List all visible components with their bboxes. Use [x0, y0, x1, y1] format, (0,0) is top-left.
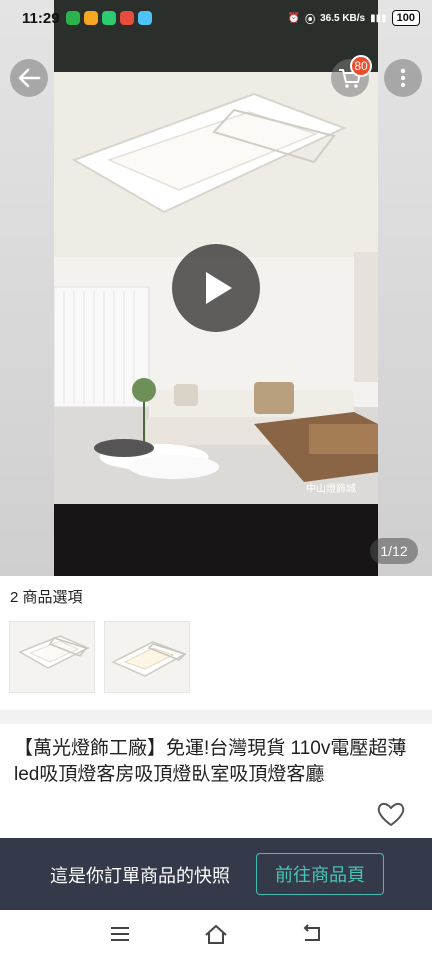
system-back-button[interactable]	[298, 920, 326, 948]
image-counter: 1/12	[370, 538, 418, 564]
more-vertical-icon	[400, 68, 406, 88]
cloud-app-icon	[137, 11, 152, 25]
alarm-icon: ⏰	[287, 12, 301, 24]
home-button[interactable]	[202, 920, 230, 948]
media-gallery[interactable]: 中山燈飾城 1/12	[0, 0, 432, 576]
video-bottom-strip	[54, 504, 378, 576]
go-to-product-button[interactable]: 前往商品頁	[256, 853, 384, 895]
product-title: 【萬光燈飾工廠】免運!台灣現貨 110v電壓超薄led吸頂燈客房吸頂燈臥室吸頂燈…	[14, 738, 407, 785]
home-icon	[205, 925, 227, 944]
arrow-left-icon	[18, 68, 41, 88]
back-icon	[303, 924, 320, 941]
battery-indicator: 100	[391, 10, 420, 26]
recent-apps-button[interactable]	[106, 920, 134, 948]
back-button[interactable]	[10, 59, 48, 97]
notification-icons	[65, 11, 152, 25]
signal-icon: ▮▮▮	[370, 12, 387, 24]
product-snapshot-page: 中山燈飾城 1/12 11:29 ⏰ ⦿ 36.5 KB/s ▮▮▮ 100 8…	[0, 0, 432, 960]
heart-icon	[377, 802, 405, 826]
section-divider	[0, 710, 432, 724]
cart-count-badge: 80	[350, 55, 372, 77]
option-thumbnail-1[interactable]	[9, 621, 95, 693]
line-app-icon	[65, 11, 80, 25]
option-image-2	[111, 641, 187, 677]
more-button[interactable]	[384, 59, 422, 97]
play-icon	[206, 272, 232, 304]
option-thumbnail-2[interactable]	[104, 621, 190, 693]
status-bar: 11:29 ⏰ ⦿ 36.5 KB/s ▮▮▮ 100	[0, 0, 432, 36]
options-label: 2 商品選項	[10, 589, 83, 606]
status-time: 11:29	[22, 9, 60, 27]
watermark-text: 中山燈飾城	[306, 482, 356, 495]
net-speed: 36.5 KB/s	[320, 12, 366, 24]
shopee-app-icon	[83, 11, 98, 25]
snapshot-notice: 這是你訂單商品的快照	[50, 866, 230, 886]
favorite-button[interactable]	[376, 800, 406, 828]
menu-icon	[111, 927, 129, 941]
location-icon: ⦿	[305, 14, 316, 26]
status-indicators: ⏰ ⦿ 36.5 KB/s ▮▮▮ 100	[288, 10, 420, 26]
chat-app-icon	[101, 11, 116, 25]
play-button[interactable]	[172, 244, 260, 332]
option-image-1	[18, 635, 90, 669]
news-app-icon	[119, 11, 134, 25]
